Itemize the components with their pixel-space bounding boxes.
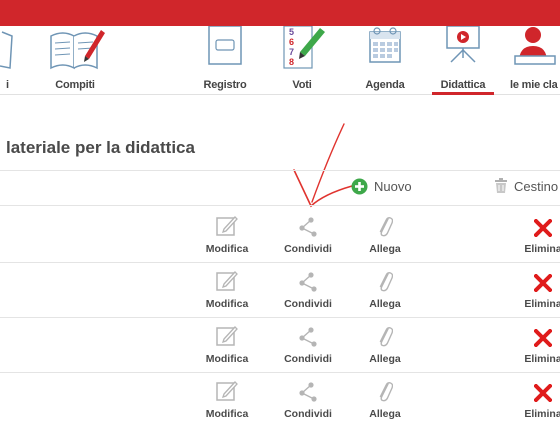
- nav-label: Agenda: [365, 79, 405, 91]
- list-item: Modifica Condividi Allega Elimina: [0, 264, 560, 320]
- share-icon: [299, 272, 317, 292]
- red-check-annotation: [293, 123, 353, 208]
- nav-label: Registro: [203, 79, 247, 91]
- share-icon: [299, 327, 317, 347]
- top-brand-bar: [0, 0, 560, 26]
- section-nav-bar: i Compiti Registro 5 6 7 8 Voti Agenda D…: [0, 26, 560, 95]
- attach-button[interactable]: Allega: [350, 215, 420, 255]
- edit-button[interactable]: Modifica: [192, 325, 262, 365]
- page-title: lateriale per la didattica: [6, 138, 195, 157]
- paperclip-icon: [379, 327, 393, 347]
- share-button[interactable]: Condividi: [273, 215, 343, 255]
- divider: [0, 372, 560, 373]
- nav-item-le-mie-classi[interactable]: le mie cla: [508, 26, 560, 94]
- delete-x-icon: [534, 274, 552, 292]
- share-label: Condividi: [284, 243, 332, 255]
- grade-digit: 8: [289, 57, 294, 67]
- divider: [0, 262, 560, 263]
- share-button[interactable]: Condividi: [273, 270, 343, 310]
- grade-digit: 7: [289, 47, 294, 57]
- nav-label: i: [6, 79, 9, 91]
- trash-button[interactable]: Cestino: [494, 178, 558, 194]
- active-tab-indicator: [432, 92, 494, 95]
- edit-label: Modifica: [205, 353, 249, 365]
- nav-item-voti[interactable]: 5 6 7 8 Voti: [271, 26, 333, 94]
- trash-icon: [495, 178, 507, 193]
- delete-label: Elimina: [524, 353, 560, 365]
- edit-label: Modifica: [205, 243, 249, 255]
- delete-button[interactable]: Elimina: [508, 215, 560, 255]
- notebook-pen-icon: [50, 30, 105, 70]
- edit-button[interactable]: Modifica: [192, 270, 262, 310]
- trash-label: Cestino: [514, 178, 559, 194]
- nav-label: Didattica: [440, 79, 486, 91]
- nav-item-registro[interactable]: Registro: [190, 26, 260, 94]
- nav-item-agenda[interactable]: Agenda: [350, 26, 420, 94]
- nav-label: Voti: [292, 79, 312, 91]
- nav-label: le mie cla: [510, 79, 558, 91]
- paperclip-icon: [379, 382, 393, 402]
- share-button[interactable]: Condividi: [273, 325, 343, 365]
- list-item: Modifica Condividi Allega Elimina: [0, 374, 560, 430]
- share-button[interactable]: Condividi: [273, 380, 343, 420]
- delete-label: Elimina: [524, 243, 560, 255]
- grades-pen-icon: 5 6 7 8: [283, 26, 325, 69]
- list-item: Modifica Condividi Allega Elimina: [0, 209, 560, 265]
- register-book-icon: [208, 26, 242, 65]
- edit-label: Modifica: [205, 298, 249, 310]
- divider: [0, 205, 560, 206]
- attach-label: Allega: [369, 243, 401, 255]
- nav-item-compiti[interactable]: Compiti: [40, 26, 110, 94]
- share-icon: [299, 217, 317, 237]
- divider: [0, 317, 560, 318]
- attach-label: Allega: [369, 353, 401, 365]
- list-item: Modifica Condividi Allega Elimina: [0, 319, 560, 375]
- paperclip-icon: [379, 272, 393, 292]
- edit-button[interactable]: Modifica: [192, 215, 262, 255]
- edit-button[interactable]: Modifica: [192, 380, 262, 420]
- share-label: Condividi: [284, 408, 332, 420]
- edit-icon: [216, 216, 238, 236]
- delete-button[interactable]: Elimina: [508, 325, 560, 365]
- presentation-board-icon: [446, 26, 480, 63]
- attach-label: Allega: [369, 298, 401, 310]
- plus-circle-icon: [351, 178, 368, 195]
- share-label: Condividi: [284, 353, 332, 365]
- attach-label: Allega: [369, 408, 401, 420]
- nav-item-didattica[interactable]: Didattica: [428, 26, 498, 95]
- paperclip-icon: [379, 217, 393, 237]
- new-label: Nuovo: [374, 179, 412, 194]
- partial-section-icon: [0, 31, 13, 69]
- edit-label: Modifica: [205, 408, 249, 420]
- delete-button[interactable]: Elimina: [508, 380, 560, 420]
- teacher-icon: [514, 27, 556, 65]
- grade-digit: 5: [289, 27, 294, 37]
- share-icon: [299, 382, 317, 402]
- delete-button[interactable]: Elimina: [508, 270, 560, 310]
- edit-icon: [216, 271, 238, 291]
- delete-label: Elimina: [524, 408, 560, 420]
- calendar-icon: [369, 27, 401, 63]
- delete-x-icon: [534, 219, 552, 237]
- new-button[interactable]: Nuovo: [351, 178, 412, 195]
- share-label: Condividi: [284, 298, 332, 310]
- attach-button[interactable]: Allega: [350, 325, 420, 365]
- divider: [0, 170, 560, 171]
- grade-digit: 6: [289, 37, 294, 47]
- delete-x-icon: [534, 384, 552, 402]
- nav-label: Compiti: [55, 79, 95, 91]
- attach-button[interactable]: Allega: [350, 380, 420, 420]
- delete-label: Elimina: [524, 298, 560, 310]
- delete-x-icon: [534, 329, 552, 347]
- attach-button[interactable]: Allega: [350, 270, 420, 310]
- edit-icon: [216, 381, 238, 401]
- edit-icon: [216, 326, 238, 346]
- nav-item-partial[interactable]: i: [0, 26, 30, 94]
